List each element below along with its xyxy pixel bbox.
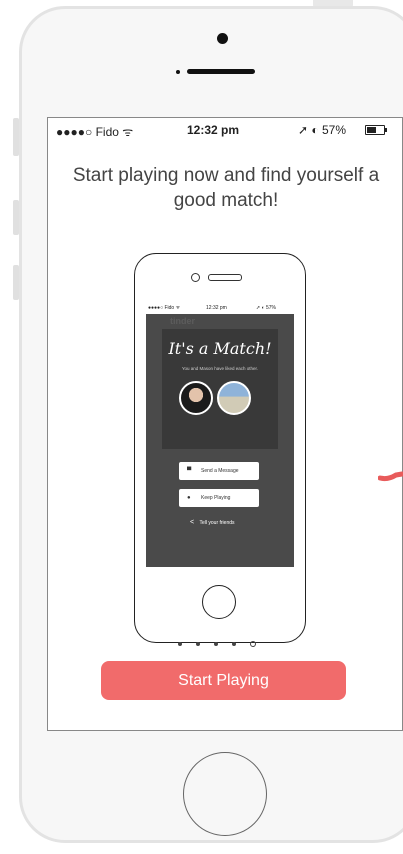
front-camera — [217, 33, 228, 44]
mini-carrier: ●●●●○ Fido ᯤ — [148, 305, 181, 311]
mini-camera-icon — [191, 273, 200, 282]
mini-status-bar: ●●●●○ Fido ᯤ 12:32 pm ➚ ◐ 57% — [146, 302, 294, 314]
tinder-logo: tinder — [170, 316, 196, 326]
proximity-sensor — [176, 70, 180, 74]
phone-screen: ●●●●○ Fido ᯤ 12:32 pm ➚ ◐ 57% Start play… — [47, 117, 403, 731]
battery-icon — [365, 125, 387, 135]
earpiece-speaker — [187, 69, 255, 74]
mini-screen: ●●●●○ Fido ᯤ 12:32 pm ➚ ◐ 57% tinder It'… — [146, 302, 294, 567]
mini-status-right: ➚ ◐ 57% — [256, 305, 276, 311]
start-playing-button[interactable]: Start Playing — [101, 661, 346, 700]
keep-playing-label: Keep Playing — [201, 495, 231, 501]
match-avatar — [217, 381, 251, 415]
phone-illustration: ●●●●○ Fido ᯤ 12:32 pm ➚ ◐ 57% tinder It'… — [134, 253, 306, 643]
page-dot-active[interactable] — [250, 641, 256, 647]
page-dot[interactable] — [214, 642, 218, 646]
status-right: ➚ ◐ 57% — [298, 123, 346, 137]
match-subtitle: You and Mason have liked each other. — [181, 366, 259, 371]
carrier-label: ●●●●○ Fido ᯤ — [56, 125, 134, 139]
match-title: It's a Match! — [168, 339, 272, 358]
keep-playing-button: ● Keep Playing — [179, 489, 259, 507]
mini-clock: 12:32 pm — [206, 305, 227, 311]
send-message-label: Send a Message — [201, 468, 239, 474]
page-dot[interactable] — [178, 642, 182, 646]
message-icon: ▀ — [187, 468, 192, 474]
mute-switch — [13, 118, 19, 156]
clock: 12:32 pm — [187, 123, 240, 137]
tell-friends-label: Tell your friends — [199, 520, 235, 526]
swoosh-decoration — [378, 471, 403, 482]
page-dot[interactable] — [232, 642, 236, 646]
send-message-button: ▀ Send a Message — [179, 462, 259, 480]
tell-friends-link: < Tell your friends — [190, 519, 235, 526]
match-card: It's a Match! You and Mason have liked e… — [162, 329, 278, 449]
user-avatar — [179, 381, 213, 415]
page-indicator — [178, 639, 274, 649]
volume-up-button — [13, 200, 19, 235]
mini-home-button — [202, 585, 236, 619]
mini-speaker-icon — [208, 274, 242, 281]
onboarding-headline: Start playing now and find yourself a go… — [72, 165, 380, 211]
home-button[interactable] — [183, 752, 267, 836]
page-dot[interactable] — [196, 642, 200, 646]
status-bar: ●●●●○ Fido ᯤ 12:32 pm ➚ ◐ 57% — [48, 118, 402, 142]
volume-down-button — [13, 265, 19, 300]
person-icon: ● — [187, 495, 191, 501]
share-icon: < — [190, 519, 195, 526]
